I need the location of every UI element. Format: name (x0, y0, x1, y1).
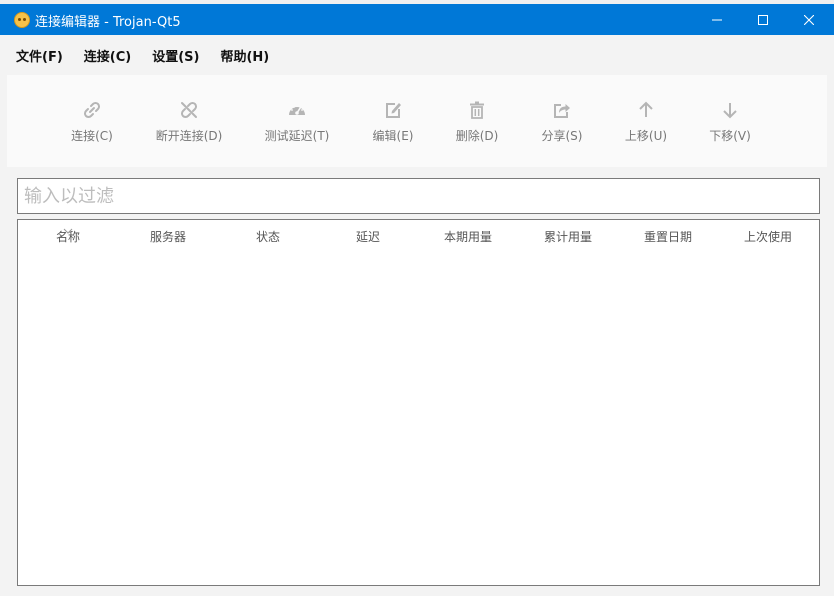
minimize-button[interactable] (694, 4, 740, 35)
edit-icon (386, 103, 401, 118)
column-header-name[interactable]: 名称 (18, 228, 118, 245)
maximize-icon (758, 14, 768, 25)
test-latency-label: 测试延迟(T) (264, 129, 330, 143)
share-button[interactable]: 分享(S) (517, 100, 607, 150)
table-header: 名称 服务器 状态 延迟 本期用量 累计用量 重置日期 上次使用 (18, 220, 819, 250)
share-label: 分享(S) (541, 129, 583, 143)
title-bar[interactable]: 连接编辑器 - Trojan-Qt5 (0, 4, 834, 35)
menu-connection[interactable]: 连接(C) (84, 46, 131, 65)
disconnect-label: 断开连接(D) (155, 129, 223, 143)
edit-button[interactable]: 编辑(E) (348, 100, 438, 150)
menu-file[interactable]: 文件(F) (16, 46, 63, 65)
toolbar: 连接(C) 断开连接(D) 测试延迟(T) 编辑(E) 删除(D) 分享(S) … (7, 75, 827, 167)
arrow-down-icon (723, 103, 737, 119)
disconnect-button[interactable]: 断开连接(D) (144, 100, 234, 150)
speedometer-icon (289, 105, 305, 115)
edit-label: 编辑(E) (372, 129, 414, 143)
connect-label: 连接(C) (71, 129, 113, 143)
column-header-status[interactable]: 状态 (218, 228, 318, 245)
delete-button[interactable]: 删除(D) (432, 100, 522, 150)
column-header-reset-date[interactable]: 重置日期 (618, 228, 718, 245)
app-icon (14, 12, 30, 28)
menu-help[interactable]: 帮助(H) (220, 46, 269, 65)
unlink-icon (180, 101, 198, 119)
close-button[interactable] (786, 4, 832, 35)
move-down-button[interactable]: 下移(V) (685, 100, 775, 150)
filter-input[interactable] (17, 178, 820, 214)
window-bottom-edge (0, 586, 834, 596)
arrow-up-icon (639, 101, 653, 117)
delete-label: 删除(D) (455, 129, 499, 143)
move-down-label: 下移(V) (709, 129, 751, 143)
trash-icon (470, 101, 484, 119)
link-icon (83, 101, 101, 119)
maximize-button[interactable] (740, 4, 786, 35)
column-header-total-usage[interactable]: 累计用量 (518, 228, 618, 245)
connection-table[interactable]: 名称 服务器 状态 延迟 本期用量 累计用量 重置日期 上次使用 (17, 219, 820, 586)
menu-settings[interactable]: 设置(S) (152, 46, 199, 65)
column-header-server[interactable]: 服务器 (118, 228, 218, 245)
column-header-last-used[interactable]: 上次使用 (718, 228, 818, 245)
window-title: 连接编辑器 - Trojan-Qt5 (35, 15, 181, 30)
minimize-icon (712, 19, 722, 20)
column-header-period-usage[interactable]: 本期用量 (418, 228, 518, 245)
menu-bar: 文件(F) 连接(C) 设置(S) 帮助(H) (0, 35, 834, 75)
move-up-label: 上移(U) (624, 129, 668, 143)
test-latency-button[interactable]: 测试延迟(T) (252, 100, 342, 150)
column-header-latency[interactable]: 延迟 (318, 228, 418, 245)
share-icon (554, 104, 570, 118)
close-icon (804, 14, 814, 25)
connect-button[interactable]: 连接(C) (47, 100, 137, 150)
move-up-button[interactable]: 上移(U) (601, 100, 691, 150)
sort-indicator-icon (63, 228, 73, 234)
